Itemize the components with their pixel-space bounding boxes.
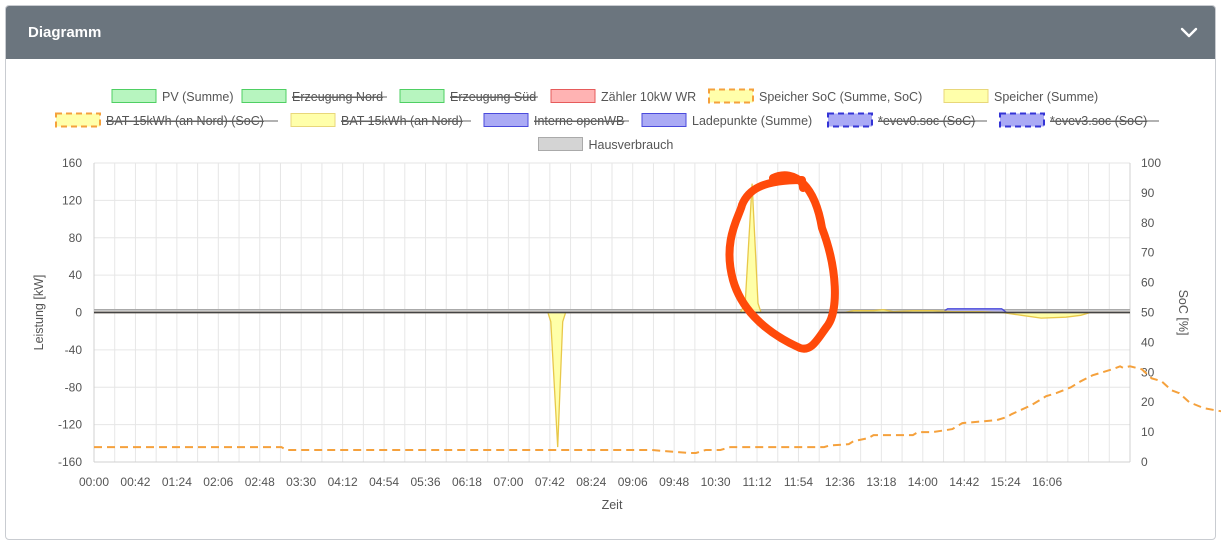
legend-swatch — [55, 112, 101, 128]
x-tick-label: 09:06 — [618, 475, 648, 489]
y2-tick-label: 100 — [1141, 156, 1161, 170]
x-tick-label: 13:18 — [866, 475, 896, 489]
chart: PV (Summe) Erzeugung Nord Erzeugung Süd Zäh… — [32, 88, 1221, 512]
x-tick-label: 05:36 — [411, 475, 441, 489]
x-tick-label: 01:24 — [162, 475, 192, 489]
legend-item[interactable]: BAT 15kWh (an Nord) — [290, 113, 471, 129]
y-tick-label: -120 — [58, 418, 82, 432]
legend-item[interactable]: Zähler 10kW WR — [550, 89, 696, 105]
y-tick-label: 40 — [69, 268, 83, 282]
legend-item[interactable]: Interne openWB — [483, 113, 629, 129]
x-tick-label: 02:06 — [203, 475, 233, 489]
x-tick-label: 04:12 — [328, 475, 358, 489]
y-tick-label: -160 — [58, 455, 82, 469]
legend-swatch — [483, 113, 529, 127]
y2-tick-label: 30 — [1141, 365, 1155, 379]
y2-tick-label: 60 — [1141, 276, 1155, 290]
legend-item[interactable]: Erzeugung Süd — [399, 89, 538, 105]
legend-item[interactable]: Ladepunkte (Summe) — [641, 113, 812, 129]
x-tick-label: 16:06 — [1032, 475, 1062, 489]
x-tick-label: 12:36 — [825, 475, 855, 489]
x-tick-label: 09:48 — [659, 475, 689, 489]
legend-swatch — [290, 113, 336, 127]
x-tick-label: 14:42 — [949, 475, 979, 489]
x-tick-label: 15:24 — [991, 475, 1021, 489]
y-tick-label: 0 — [75, 306, 82, 320]
y2-tick-label: 80 — [1141, 216, 1155, 230]
legend-item[interactable]: Hausverbrauch — [538, 137, 674, 153]
y-tick-label: 80 — [69, 231, 83, 245]
x-tick-label: 02:48 — [245, 475, 275, 489]
legend-item[interactable]: *evev3.soc (SoC) — [999, 112, 1159, 129]
legend-swatch — [111, 89, 157, 103]
legend-item[interactable]: PV (Summe) — [111, 89, 234, 105]
legend-item[interactable]: Erzeugung Nord — [241, 89, 387, 105]
legend-swatch — [943, 89, 989, 103]
y2-tick-label: 50 — [1141, 306, 1155, 320]
y2-tick-label: 70 — [1141, 246, 1155, 260]
y-axis-title: Leistung [kW] — [32, 275, 46, 351]
legend-item[interactable]: Speicher (Summe) — [943, 89, 1098, 105]
legend-label: Zähler 10kW WR — [601, 90, 696, 104]
legend-label: Hausverbrauch — [589, 138, 674, 152]
legend-label: Ladepunkte (Summe) — [692, 114, 812, 128]
x-tick-label: 07:00 — [493, 475, 523, 489]
legend-item[interactable]: Speicher SoC (Summe, SoC) — [708, 88, 922, 105]
x-tick-label: 11:12 — [742, 475, 771, 489]
x-tick-label: 04:54 — [369, 475, 399, 489]
x-tick-label: 00:00 — [79, 475, 109, 489]
x-tick-label: 00:42 — [120, 475, 150, 489]
legend-item[interactable]: BAT 15kWh (an Nord) (SoC) — [55, 112, 278, 129]
x-tick-label: 10:30 — [701, 475, 731, 489]
legend-swatch — [241, 89, 287, 103]
legend-label: Speicher SoC (Summe, SoC) — [759, 90, 922, 104]
y2-tick-label: 90 — [1141, 186, 1155, 200]
legend-item[interactable]: *evev0.soc (SoC) — [827, 112, 987, 129]
x-tick-label: 08:24 — [576, 475, 606, 489]
x-tick-label: 07:42 — [535, 475, 565, 489]
x-tick-label: 14:00 — [908, 475, 938, 489]
x-tick-label: 03:30 — [286, 475, 316, 489]
x-tick-label: 06:18 — [452, 475, 482, 489]
y2-axis-title: SoC [%] — [1176, 290, 1190, 336]
legend-label: PV (Summe) — [162, 90, 234, 104]
y-tick-label: -40 — [65, 343, 83, 357]
legend-swatch — [827, 112, 873, 128]
legend-swatch — [641, 113, 687, 127]
y-tick-label: 120 — [62, 193, 82, 207]
x-axis-title: Zeit — [602, 498, 623, 512]
legend-swatch — [550, 89, 596, 103]
y2-tick-label: 20 — [1141, 395, 1155, 409]
y2-tick-label: 0 — [1141, 455, 1148, 469]
legend-swatch — [708, 88, 754, 104]
y-tick-label: 160 — [62, 156, 82, 170]
series-speicher-soc-summe-soc- — [94, 365, 1221, 454]
y-tick-label: -80 — [65, 380, 83, 394]
series-line — [94, 365, 1221, 454]
y2-tick-label: 40 — [1141, 335, 1155, 349]
legend-swatch — [999, 112, 1045, 128]
y2-tick-label: 10 — [1141, 425, 1155, 439]
legend-swatch — [399, 89, 445, 103]
x-tick-label: 11:54 — [784, 475, 813, 489]
legend-swatch — [538, 137, 583, 151]
legend-label: Speicher (Summe) — [994, 90, 1098, 104]
